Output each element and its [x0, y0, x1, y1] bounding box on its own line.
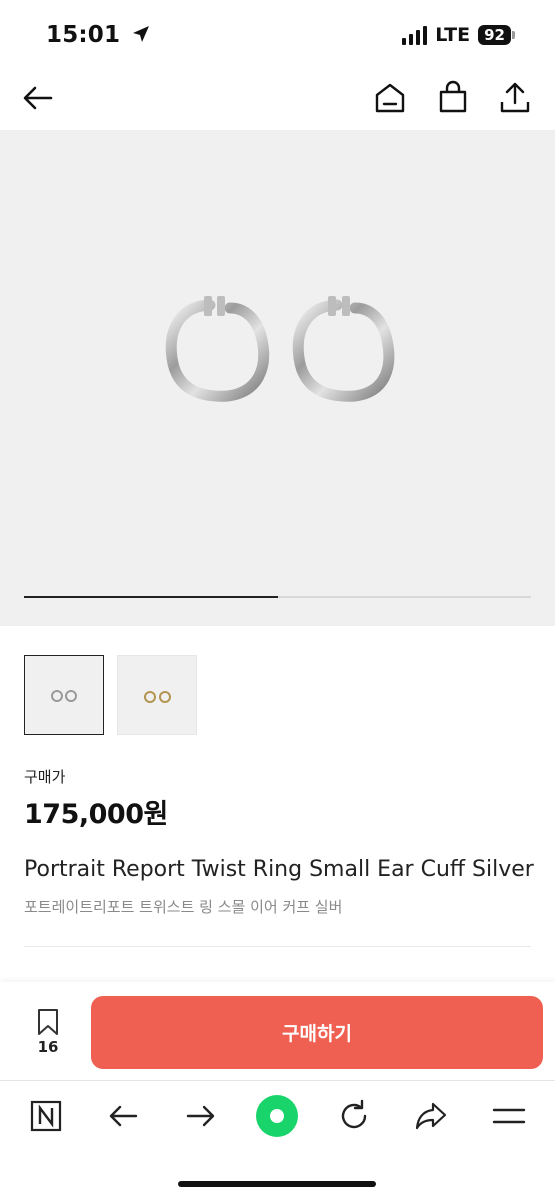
- share-upload-icon[interactable]: [497, 80, 533, 116]
- gallery-progress-fill: [24, 596, 278, 598]
- thumbnail-silver[interactable]: [24, 655, 104, 735]
- gold-cuff-thumbnail-image: [144, 691, 171, 703]
- browser-share-icon[interactable]: [411, 1096, 451, 1136]
- wish-button[interactable]: 16: [24, 1008, 72, 1056]
- battery-icon: 92: [478, 25, 515, 45]
- network-label: LTE: [435, 24, 471, 46]
- wish-count: 16: [37, 1038, 59, 1056]
- product-image[interactable]: [0, 130, 555, 626]
- buy-button[interactable]: 구매하기: [91, 996, 543, 1069]
- battery-level: 92: [478, 25, 511, 45]
- status-indicators: LTE 92: [402, 24, 515, 46]
- green-dot-icon[interactable]: [255, 1094, 299, 1138]
- product-name-ko: 포트레이트리포트 트위스트 링 스몰 이어 커프 실버: [24, 898, 343, 916]
- product-name-en: Portrait Report Twist Ring Small Ear Cuf…: [24, 857, 534, 882]
- back-arrow-icon[interactable]: [20, 80, 56, 116]
- price: 175,000원: [24, 799, 168, 830]
- silver-cuff-thumbnail-image: [51, 690, 77, 702]
- time-text: 15:01: [46, 22, 121, 48]
- gallery-progress: [24, 596, 531, 598]
- home-icon[interactable]: [372, 80, 408, 116]
- status-time: 15:01: [46, 22, 150, 48]
- naver-icon[interactable]: [26, 1096, 66, 1136]
- location-arrow-icon: [133, 26, 150, 42]
- divider: [24, 946, 531, 947]
- thumbnail-gold[interactable]: [117, 655, 197, 735]
- menu-icon[interactable]: [489, 1096, 529, 1136]
- browser-forward-icon[interactable]: [181, 1096, 221, 1136]
- browser-back-icon[interactable]: [103, 1096, 143, 1136]
- reload-icon[interactable]: [334, 1096, 374, 1136]
- ear-cuff-pair-image: [165, 296, 395, 402]
- signal-icon: [402, 25, 428, 45]
- home-indicator: [178, 1181, 376, 1187]
- shopping-bag-icon[interactable]: [435, 80, 471, 116]
- bookmark-icon: [38, 1009, 58, 1035]
- price-label: 구매가: [24, 768, 66, 786]
